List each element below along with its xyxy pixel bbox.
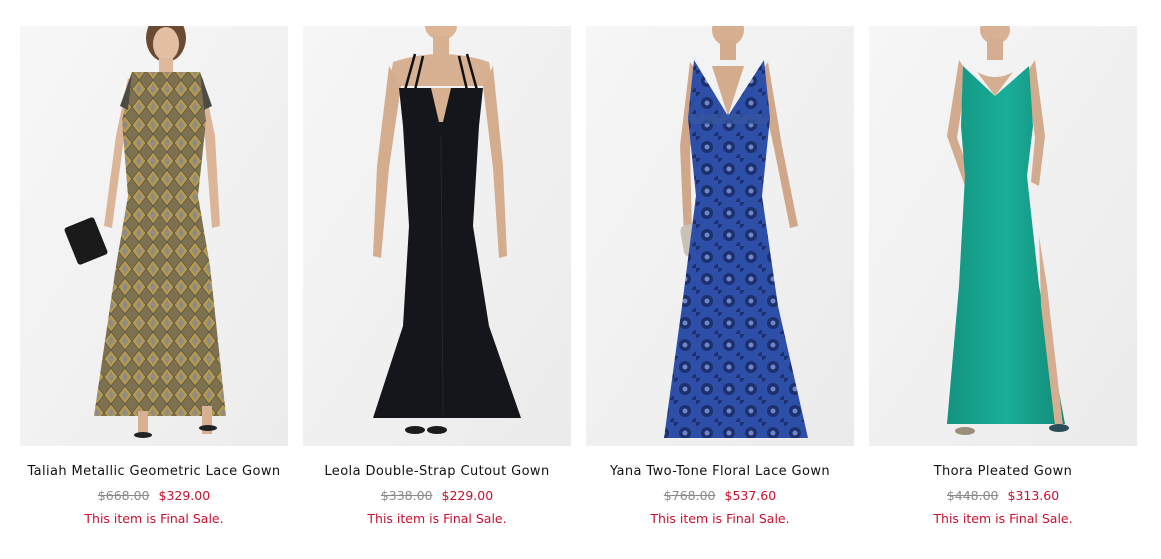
- product-image[interactable]: [869, 26, 1137, 446]
- sale-price: $313.60: [1007, 488, 1060, 503]
- original-price: $338.00: [380, 488, 433, 503]
- price-row: $668.00 $329.00: [98, 488, 210, 503]
- product-name[interactable]: Leola Double-Strap Cutout Gown: [324, 464, 549, 479]
- original-price: $668.00: [97, 488, 150, 503]
- final-sale-note: This item is Final Sale.: [933, 511, 1073, 526]
- sale-price: $229.00: [441, 488, 494, 503]
- final-sale-note: This item is Final Sale.: [650, 511, 790, 526]
- original-price: $768.00: [663, 488, 716, 503]
- sale-price: $329.00: [158, 488, 211, 503]
- price-row: $768.00 $537.60: [664, 488, 776, 503]
- original-price: $448.00: [946, 488, 999, 503]
- product-card[interactable]: Yana Two-Tone Floral Lace Gown $768.00 $5…: [586, 26, 854, 526]
- product-name[interactable]: Thora Pleated Gown: [934, 464, 1073, 479]
- price-row: $338.00 $229.00: [381, 488, 493, 503]
- final-sale-note: This item is Final Sale.: [84, 511, 224, 526]
- sale-price: $537.60: [724, 488, 777, 503]
- product-card[interactable]: Thora Pleated Gown $448.00 $313.60 This i…: [869, 26, 1137, 526]
- product-image[interactable]: [303, 26, 571, 446]
- product-image[interactable]: [586, 26, 854, 446]
- product-grid: Taliah Metallic Geometric Lace Gown $668…: [20, 26, 1137, 526]
- product-photo-taliah: [20, 26, 288, 446]
- product-photo-leola: [303, 26, 571, 446]
- product-card[interactable]: Leola Double-Strap Cutout Gown $338.00 $2…: [303, 26, 571, 526]
- product-photo-yana: [586, 26, 854, 446]
- product-photo-thora: [869, 26, 1137, 446]
- product-image[interactable]: [20, 26, 288, 446]
- product-card[interactable]: Taliah Metallic Geometric Lace Gown $668…: [20, 26, 288, 526]
- product-name[interactable]: Taliah Metallic Geometric Lace Gown: [27, 464, 280, 479]
- final-sale-note: This item is Final Sale.: [367, 511, 507, 526]
- product-name[interactable]: Yana Two-Tone Floral Lace Gown: [610, 464, 830, 479]
- price-row: $448.00 $313.60: [947, 488, 1059, 503]
